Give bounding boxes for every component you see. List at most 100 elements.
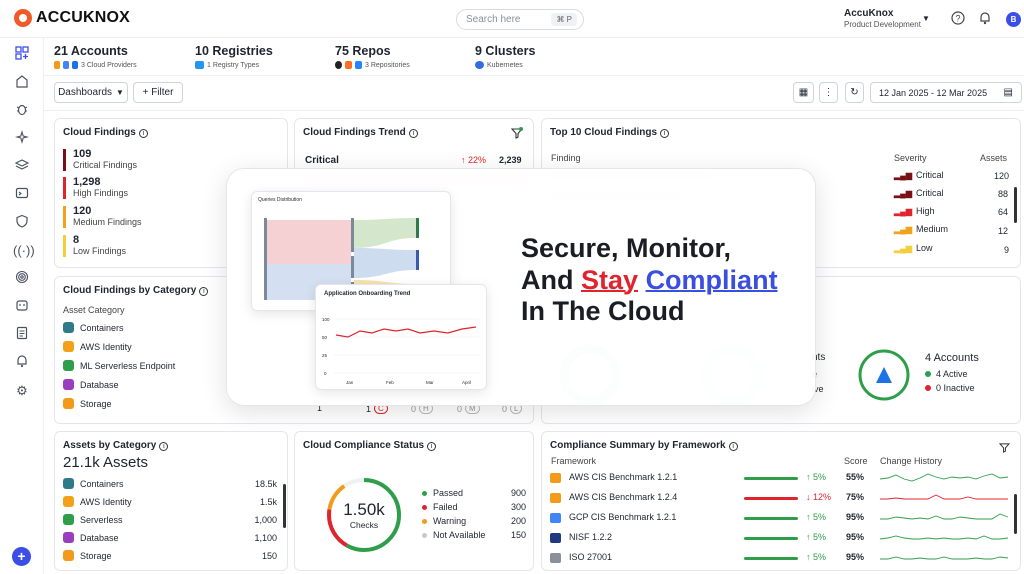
framework-row[interactable]: AWS CIS Benchmark 1.2.1 ↑ 5% 55% [550,472,1015,486]
finding-critical[interactable]: 109 Critical Findings [63,149,137,171]
divider [44,110,1024,111]
container-icon [63,478,74,489]
avatar[interactable]: B [1006,12,1021,27]
asset-label: AWS Identity [80,496,132,507]
accounts-ring [858,349,910,401]
settings-icon[interactable]: ⚙ [13,382,31,400]
account-switcher[interactable]: AccuKnox Product Development [844,8,921,30]
status-dot [422,490,427,496]
col-finding: Finding [551,153,581,163]
dashboard-icon[interactable] [13,46,31,64]
category-aws-identity[interactable]: AWS Identity [63,341,132,352]
scrollbar[interactable] [1014,494,1017,534]
asset-containers[interactable]: Containers [63,478,124,489]
summary-registries[interactable]: 10 Registries 1 Registry Types [195,44,273,69]
info-icon[interactable]: i [427,442,437,451]
top10-row-5[interactable]: ▂▄▆ Low [894,243,933,253]
scrollbar[interactable] [1014,187,1017,223]
filter-icon[interactable] [998,442,1011,456]
help-icon[interactable]: ? [950,11,966,27]
category-storage[interactable]: Storage [63,398,112,409]
asset-aws-identity[interactable]: AWS Identity [63,496,132,507]
more-button[interactable]: ⋮ [819,82,838,103]
sankey-title: Queries Distribution [258,197,302,203]
framework-card: Compliance Summary by Framework i Framewo… [541,431,1021,571]
summary-repos[interactable]: 75 Repos 3 Repositories [335,44,410,69]
info-icon[interactable]: i [199,287,209,296]
headline-line-2: And Stay Compliant [521,265,778,295]
finding-high[interactable]: 1,298 High Findings [63,177,128,199]
category-label: ML Serverless Endpoint [80,360,176,371]
history-sparkline [880,513,1009,520]
export-button[interactable]: ▦ [793,82,814,103]
category-ml-serverless[interactable]: ML Serverless Endpoint [63,360,175,371]
asset-serverless[interactable]: Serverless [63,514,123,525]
history-sparkline [880,473,1009,482]
filter-button[interactable]: + Filter [133,82,183,103]
category-label: Database [80,379,119,390]
fingerprint-icon[interactable] [13,270,31,288]
finding-medium[interactable]: 120 Medium Findings [63,206,142,228]
col-assets: Assets [980,153,1008,163]
filter-icon[interactable] [510,127,524,142]
gitlab-icon [345,61,352,69]
notification-icon[interactable] [13,354,31,372]
legend-label: Not Available [433,530,486,540]
bug-icon[interactable] [13,102,31,120]
info-icon[interactable]: i [728,442,738,451]
broadcast-icon[interactable]: ((·)) [13,242,35,260]
assets-total: 21.1k Assets [63,454,149,471]
info-icon[interactable]: i [138,129,148,138]
top10-assets: 9 [1004,245,1010,255]
framework-row[interactable]: AWS CIS Benchmark 1.2.4 ↓ 12% 75% [550,492,1015,506]
legend-value: 150 [511,530,527,540]
summary-clusters[interactable]: 9 Clusters Kubernetes [475,44,535,69]
compliance-status-title: Cloud Compliance Status i [303,440,437,451]
bot-icon[interactable] [13,298,31,316]
framework-row[interactable]: NISF 1.2.2 ↑ 5% 95% [550,532,1015,546]
top10-row-1[interactable]: ▂▄▆ Critical [894,170,944,180]
info-icon[interactable]: i [159,442,169,451]
summary-accounts[interactable]: 21 Accounts 3 Cloud Providers [54,44,137,69]
search-input[interactable]: Search here ⌘ P [456,9,584,30]
sparkle-icon[interactable] [13,130,31,148]
y-tick: 100 [322,317,330,322]
identity-icon [63,496,74,507]
framework-row[interactable]: ISO 27001 ↑ 5% 95% [550,552,1015,566]
kubernetes-icon [475,61,484,69]
asset-storage[interactable]: Storage [63,550,112,561]
framework-row[interactable]: GCP CIS Benchmark 1.2.1 ↑ 5% 95% [550,512,1015,526]
refresh-button[interactable]: ↻ [845,82,864,103]
terminal-icon[interactable] [13,186,31,204]
brand-logo[interactable]: ACCUKNOX [14,9,130,27]
info-icon[interactable]: i [660,129,670,138]
bell-icon[interactable] [977,11,993,27]
headline-stay: Stay [581,265,639,295]
y-tick: 25 [322,353,328,358]
info-icon[interactable]: i [408,129,418,138]
brand-name: ACCUKNOX [36,9,131,26]
inventory-icon[interactable] [13,74,31,92]
asset-value: 1,000 [254,515,277,525]
shield-icon[interactable] [13,214,31,232]
date-range-picker[interactable]: 12 Jan 2025 - 12 Mar 2025 ▤ [870,82,1022,103]
framework-name: AWS CIS Benchmark 1.2.1 [569,472,678,482]
layers-icon[interactable] [13,158,31,176]
chevron-down-icon[interactable]: ▼ [922,14,930,23]
category-containers[interactable]: Containers [63,322,124,333]
asset-label: Serverless [80,514,123,525]
asset-database[interactable]: Database [63,532,119,543]
category-database[interactable]: Database [63,379,119,390]
divider [44,75,1024,76]
summary-registries-title: 10 Registries [195,44,273,58]
scrollbar[interactable] [283,484,286,528]
finding-low[interactable]: 8 Low Findings [63,235,126,257]
top10-row-2[interactable]: ▂▄▆ Critical [894,188,944,198]
dashboards-dropdown[interactable]: Dashboards ▼ [54,82,128,103]
add-icon[interactable]: + [12,547,31,566]
top10-row-4[interactable]: ▂▄▆ Medium [894,224,948,234]
storage-icon [63,550,74,561]
dashboards-label: Dashboards [58,87,112,98]
top10-row-3[interactable]: ▂▄▆ High [894,206,935,216]
report-icon[interactable] [13,326,31,344]
